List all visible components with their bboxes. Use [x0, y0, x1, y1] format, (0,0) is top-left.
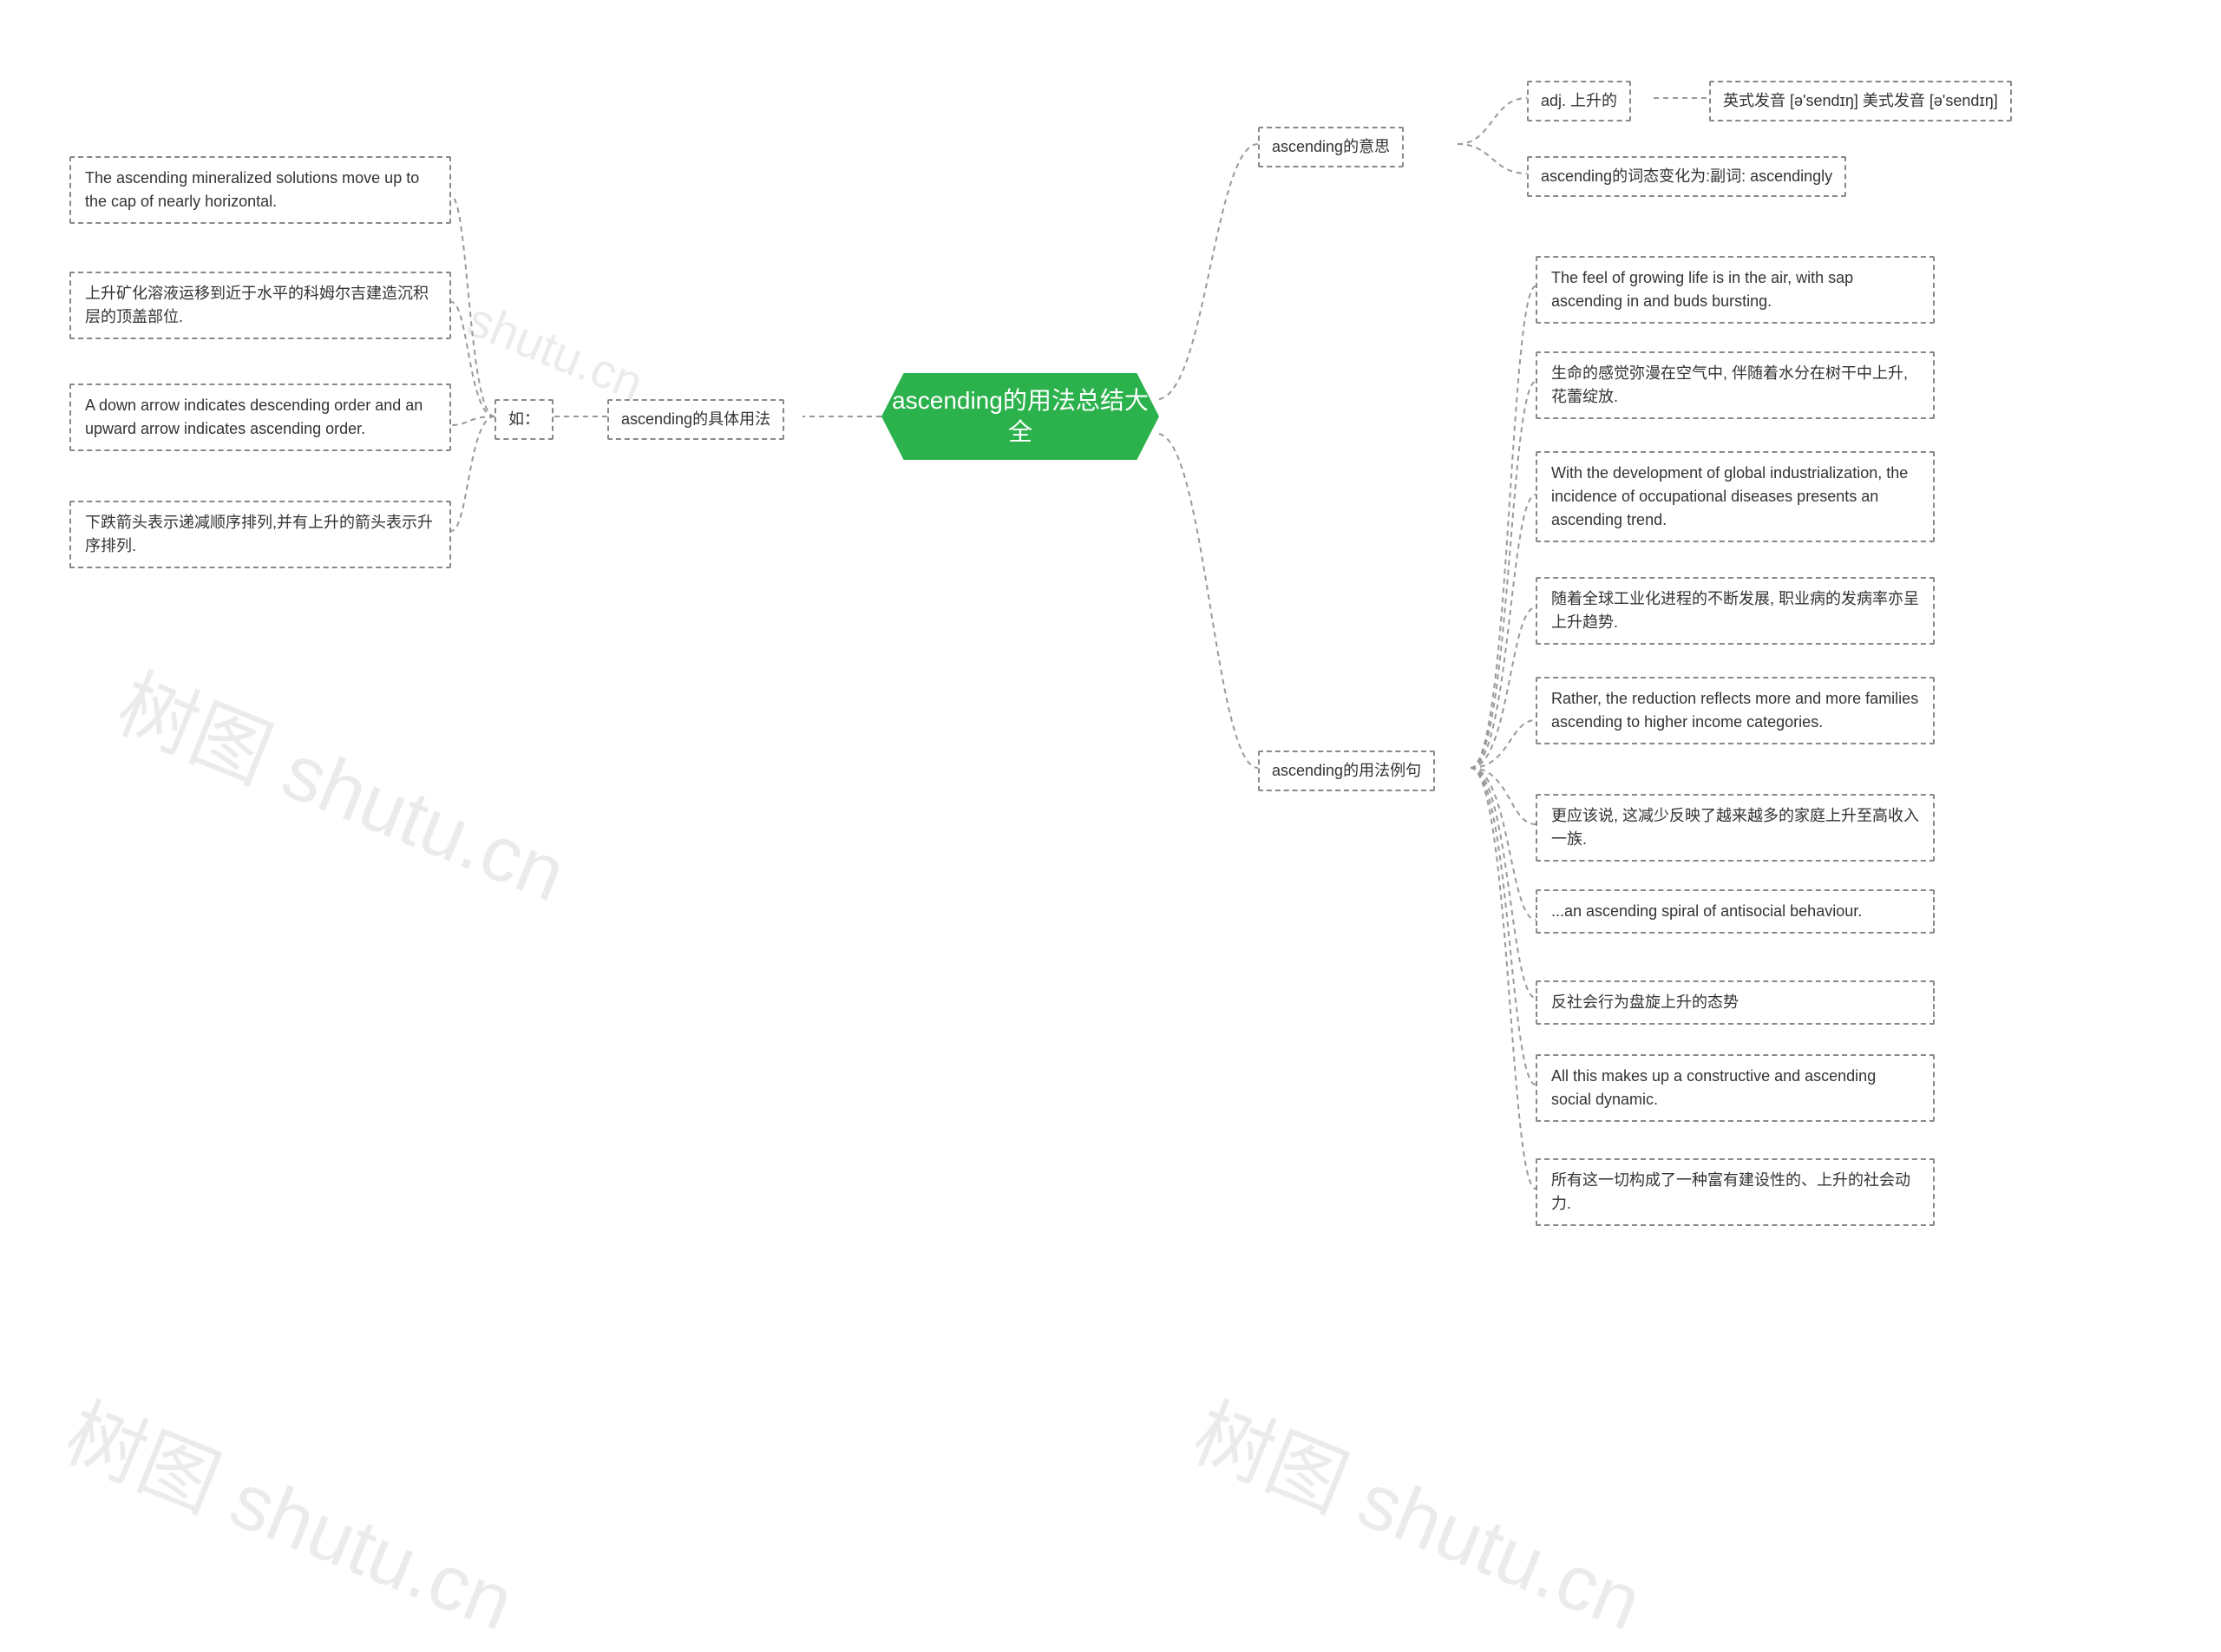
- meaning-pron-text: 英式发音 [ə'sendɪŋ] 美式发音 [ə'sendɪŋ]: [1723, 92, 1998, 109]
- example-item-node[interactable]: 随着全球工业化进程的不断发展, 职业病的发病率亦呈上升趋势.: [1536, 577, 1935, 645]
- watermark: shutu.cn: [460, 291, 652, 412]
- left-item-node[interactable]: 上升矿化溶液运移到近于水平的科姆尔吉建造沉积层的顶盖部位.: [69, 272, 451, 339]
- watermark: 树图 shutu.cn: [1180, 1370, 1661, 1652]
- example-item-text: With the development of global industria…: [1551, 464, 1908, 528]
- left-sub-label: 如：: [508, 410, 540, 428]
- example-item-text: 生命的感觉弥漫在空气中, 伴随着水分在树干中上升,花蕾绽放.: [1551, 364, 1908, 405]
- root-title: ascending的用法总结大全: [881, 385, 1159, 449]
- left-item-text: A down arrow indicates descending order …: [85, 397, 423, 437]
- watermark: 树图 shutu.cn: [52, 1370, 533, 1652]
- examples-branch-node[interactable]: ascending的用法例句: [1258, 751, 1435, 791]
- example-item-text: 所有这一切构成了一种富有建设性的、上升的社会动力.: [1551, 1171, 1910, 1212]
- meaning-morph-node[interactable]: ascending的词态变化为:副词: ascendingly: [1527, 156, 1846, 197]
- left-sub-node[interactable]: 如：: [495, 399, 554, 440]
- example-item-node[interactable]: ...an ascending spiral of antisocial beh…: [1536, 889, 1935, 934]
- example-item-node[interactable]: All this makes up a constructive and asc…: [1536, 1054, 1935, 1122]
- example-item-text: 随着全球工业化进程的不断发展, 职业病的发病率亦呈上升趋势.: [1551, 590, 1919, 631]
- mindmap-canvas: shutu.cn 树图 shutu.cn 树图 shutu.cn 树图 shut…: [0, 0, 2221, 1414]
- example-item-text: The feel of growing life is in the air, …: [1551, 269, 1853, 310]
- left-item-node[interactable]: The ascending mineralized solutions move…: [69, 156, 451, 224]
- meaning-adj-node[interactable]: adj. 上升的: [1527, 81, 1631, 121]
- example-item-node[interactable]: With the development of global industria…: [1536, 451, 1935, 542]
- left-branch-label: ascending的具体用法: [621, 410, 770, 428]
- example-item-node[interactable]: Rather, the reduction reflects more and …: [1536, 677, 1935, 744]
- left-branch-node[interactable]: ascending的具体用法: [607, 399, 784, 440]
- example-item-text: ...an ascending spiral of antisocial beh…: [1551, 902, 1862, 920]
- example-item-node[interactable]: 所有这一切构成了一种富有建设性的、上升的社会动力.: [1536, 1158, 1935, 1226]
- meaning-adj-text: adj. 上升的: [1541, 92, 1617, 109]
- meaning-branch-node[interactable]: ascending的意思: [1258, 127, 1404, 167]
- example-item-node[interactable]: 生命的感觉弥漫在空气中, 伴随着水分在树干中上升,花蕾绽放.: [1536, 351, 1935, 419]
- root-node[interactable]: ascending的用法总结大全: [881, 373, 1159, 460]
- left-item-text: The ascending mineralized solutions move…: [85, 169, 419, 210]
- example-item-text: Rather, the reduction reflects more and …: [1551, 690, 1918, 731]
- example-item-node[interactable]: The feel of growing life is in the air, …: [1536, 256, 1935, 324]
- example-item-text: 反社会行为盘旋上升的态势: [1551, 993, 1739, 1011]
- meaning-morph-text: ascending的词态变化为:副词: ascendingly: [1541, 167, 1832, 185]
- meaning-branch-label: ascending的意思: [1272, 138, 1390, 155]
- example-item-text: All this makes up a constructive and asc…: [1551, 1067, 1876, 1108]
- meaning-pron-node[interactable]: 英式发音 [ə'sendɪŋ] 美式发音 [ə'sendɪŋ]: [1709, 81, 2012, 121]
- examples-branch-label: ascending的用法例句: [1272, 762, 1421, 779]
- example-item-text: 更应该说, 这减少反映了越来越多的家庭上升至高收入一族.: [1551, 807, 1919, 848]
- left-item-text: 上升矿化溶液运移到近于水平的科姆尔吉建造沉积层的顶盖部位.: [85, 285, 429, 325]
- example-item-node[interactable]: 更应该说, 这减少反映了越来越多的家庭上升至高收入一族.: [1536, 794, 1935, 862]
- left-item-text: 下跌箭头表示递减顺序排列,并有上升的箭头表示升序排列.: [85, 514, 433, 554]
- example-item-node[interactable]: 反社会行为盘旋上升的态势: [1536, 980, 1935, 1025]
- left-item-node[interactable]: 下跌箭头表示递减顺序排列,并有上升的箭头表示升序排列.: [69, 501, 451, 568]
- left-item-node[interactable]: A down arrow indicates descending order …: [69, 384, 451, 451]
- watermark: 树图 shutu.cn: [104, 641, 585, 923]
